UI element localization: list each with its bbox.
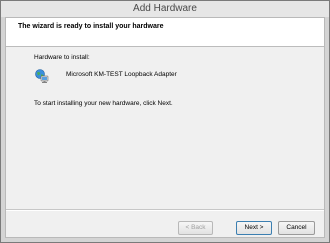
back-button[interactable]: < Back (178, 221, 213, 235)
next-button[interactable]: Next > (236, 221, 272, 235)
hardware-to-install-label: Hardware to install: (34, 54, 90, 61)
wizard-header: The wizard is ready to install your hard… (6, 18, 324, 47)
instruction-text: To start installing your new hardware, c… (34, 100, 173, 107)
wizard-header-text: The wizard is ready to install your hard… (18, 23, 164, 30)
cancel-button[interactable]: Cancel (278, 221, 315, 235)
title-bar[interactable]: Add Hardware (1, 1, 329, 17)
add-hardware-window: Add Hardware The wizard is ready to inst… (0, 0, 330, 243)
button-separator (6, 209, 324, 211)
network-adapter-icon (34, 68, 50, 84)
window-title: Add Hardware (133, 3, 197, 14)
device-name: Microsoft KM-TEST Loopback Adapter (66, 71, 177, 78)
wizard-frame: The wizard is ready to install your hard… (5, 17, 325, 238)
